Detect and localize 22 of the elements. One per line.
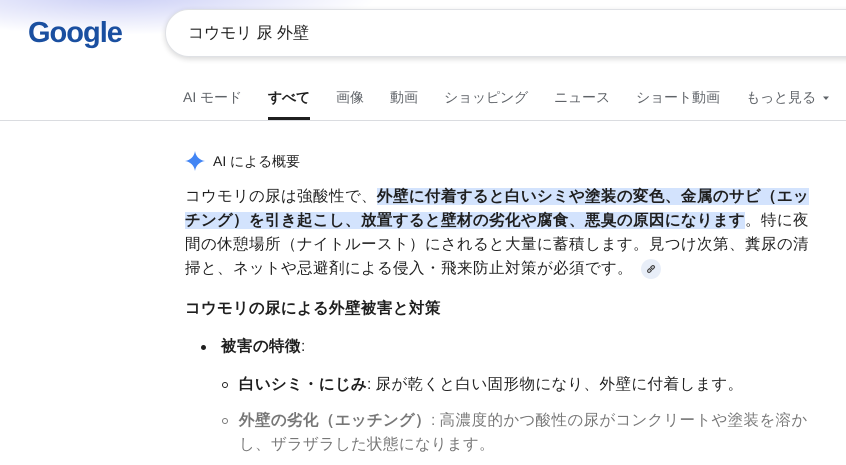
link-button[interactable] <box>641 258 661 279</box>
bullet-icon <box>201 345 206 350</box>
sparkle-icon <box>185 151 205 171</box>
section-heading: コウモリの尿による外壁被害と対策 <box>185 298 442 319</box>
search-tab[interactable]: ショート動画 <box>636 66 720 120</box>
search-tab[interactable]: AI モード <box>183 66 242 120</box>
search-tab[interactable]: 画像 <box>336 66 364 120</box>
search-tab[interactable]: ニュース <box>554 66 610 120</box>
search-tab[interactable]: ショッピング <box>444 66 528 120</box>
list-item-text: 被害の特徴: <box>221 338 306 355</box>
search-tab[interactable]: 動画 <box>390 66 418 120</box>
section-title: AI による概要 <box>213 152 300 171</box>
list-item-text: 外壁の劣化（エッチング）: 高濃度的かつ酸性の尿がコンクリートや塗装を溶かし、ザラザラした状態になります。 <box>239 412 808 453</box>
circle-bullet-icon <box>222 382 228 388</box>
summary-paragraph: コウモリの尿は強酸性で、外壁に付着すると白いシミや塗装の変色、金属のサビ（エッチング）を引き起こし、放置すると壁材の劣化や腐食、悪臭の原因になります。特に夜間の休憩場所（ナイトルースト）にされると大量に蓄積します。見つけ次第、糞尿の清掃と、ネットや忌避剤による侵入・飛来防止対策が必須です。 <box>185 186 810 281</box>
link-icon <box>646 264 656 274</box>
google-logo[interactable]: Google <box>28 16 165 50</box>
search-field[interactable]: コウモリ 尿 外壁 <box>165 9 846 57</box>
search-tab[interactable]: もっと見る <box>746 66 830 120</box>
circle-bullet-icon <box>222 418 228 424</box>
list-item-text: 白いシミ・にじみ: 尿が乾くと白い固形物になり、外壁に付着します。 <box>239 376 744 393</box>
search-tab[interactable]: すべて <box>268 66 310 120</box>
